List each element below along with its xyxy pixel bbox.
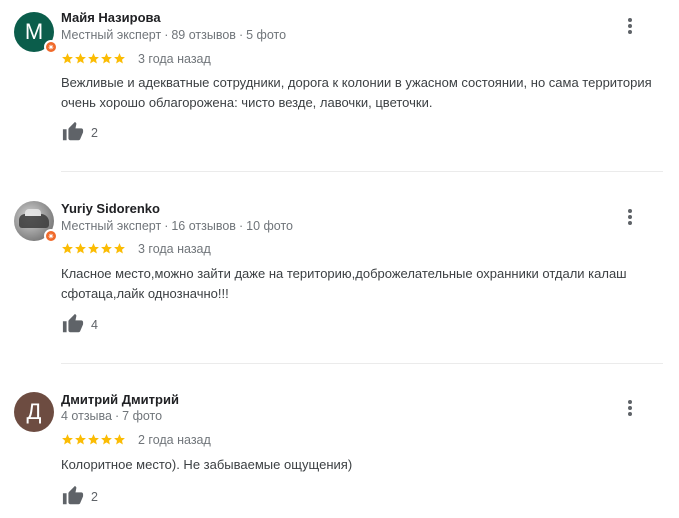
divider xyxy=(61,363,663,364)
rating-stars xyxy=(61,433,126,446)
more-vert-icon[interactable] xyxy=(620,397,640,419)
rating-stars xyxy=(61,242,126,255)
author-role: Местный эксперт xyxy=(61,219,162,233)
star-icon xyxy=(75,434,86,445)
thumb-up-icon[interactable] xyxy=(60,121,86,143)
reviews-count: 89 отзывов xyxy=(171,28,236,42)
star-icon xyxy=(62,434,73,445)
review-date: 2 года назад xyxy=(138,433,211,447)
star-icon xyxy=(75,53,86,64)
divider xyxy=(61,171,663,172)
local-guide-badge-icon: ✷ xyxy=(44,229,58,243)
thumb-up-icon[interactable] xyxy=(60,313,86,335)
more-vert-icon[interactable] xyxy=(620,206,640,228)
star-icon xyxy=(88,243,99,254)
author-name[interactable]: Дмитрий Дмитрий xyxy=(61,392,179,407)
star-icon xyxy=(101,243,112,254)
reviews-count: 16 отзывов xyxy=(171,219,236,233)
author-role: Местный эксперт xyxy=(61,28,162,42)
review-text: Колоритное место). Не забываемые ощущени… xyxy=(61,457,353,472)
avatar-letter: Д xyxy=(26,399,42,424)
star-icon xyxy=(88,434,99,445)
like-count: 4 xyxy=(91,318,98,332)
star-icon xyxy=(114,53,125,64)
local-guide-badge-icon: ✷ xyxy=(44,40,58,54)
star-icon xyxy=(75,243,86,254)
author-meta: Местный эксперт · 16 отзывов · 10 фото xyxy=(61,219,293,233)
author-meta: 4 отзыва · 7 фото xyxy=(61,409,163,423)
author-name[interactable]: Yuriy Sidorenko xyxy=(61,201,160,216)
review-date: 3 года назад xyxy=(138,242,211,256)
photos-count: 5 фото xyxy=(246,28,287,42)
review-text: Класное место,можно зайти даже на терито… xyxy=(61,266,627,301)
photos-count: 10 фото xyxy=(246,219,293,233)
like-count: 2 xyxy=(91,126,98,140)
rating-stars xyxy=(61,52,126,65)
thumb-up-icon[interactable] xyxy=(60,485,86,507)
avatar[interactable]: ✷ xyxy=(14,201,58,243)
avatar[interactable]: Д xyxy=(14,392,54,432)
like-count: 2 xyxy=(91,490,98,504)
more-vert-icon[interactable] xyxy=(620,15,640,37)
avatar-photo xyxy=(19,209,49,228)
avatar[interactable]: М ✷ xyxy=(14,12,58,54)
star-icon xyxy=(62,243,73,254)
avatar-letter: М xyxy=(24,19,44,44)
star-icon xyxy=(88,53,99,64)
star-icon xyxy=(114,243,125,254)
author-name[interactable]: Майя Назирова xyxy=(61,10,161,25)
star-icon xyxy=(62,53,73,64)
reviews-count: 4 отзыва xyxy=(61,409,112,423)
review-text: Вежливые и адекватные сотрудники, дорога… xyxy=(61,75,652,110)
photos-count: 7 фото xyxy=(122,409,163,423)
author-meta: Местный эксперт · 89 отзывов · 5 фото xyxy=(61,28,287,42)
star-icon xyxy=(101,53,112,64)
star-icon xyxy=(114,434,125,445)
review-date: 3 года назад xyxy=(138,52,211,66)
star-icon xyxy=(101,434,112,445)
